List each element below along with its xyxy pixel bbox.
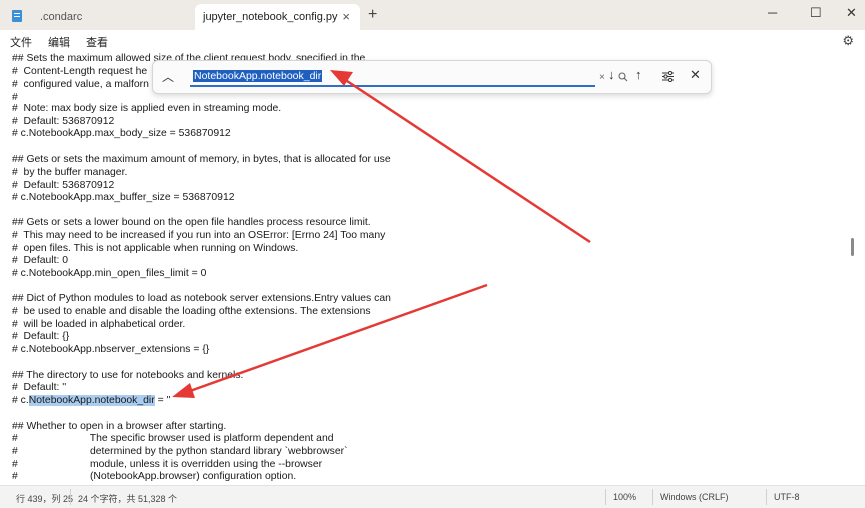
title-bar: .condarc jupyter_notebook_config.py × + … bbox=[0, 0, 865, 30]
code-line: # (NotebookApp.browser) configuration op… bbox=[12, 471, 297, 482]
zoom-level[interactable]: 100% bbox=[613, 492, 636, 502]
find-bar: ︿ NotebookApp.notebook_dir × ↓ ↑ ✕ bbox=[152, 60, 712, 94]
search-match-highlight: NotebookApp.notebook_dir bbox=[28, 395, 155, 406]
find-query-text: NotebookApp.notebook_dir bbox=[193, 70, 323, 82]
encoding[interactable]: UTF-8 bbox=[774, 492, 800, 502]
menu-edit[interactable]: 编辑 bbox=[48, 34, 70, 50]
code-line: # c.NotebookApp.max_buffer_size = 536870… bbox=[12, 192, 235, 203]
expand-replace-chevron-icon[interactable]: ︿ bbox=[162, 68, 174, 85]
clear-search-icon[interactable]: × bbox=[599, 72, 605, 83]
match-suffix: = '' bbox=[154, 395, 171, 406]
code-line: ## Dict of Python modules to load as not… bbox=[12, 293, 391, 304]
find-input[interactable]: NotebookApp.notebook_dir × bbox=[190, 67, 628, 87]
menu-view[interactable]: 查看 bbox=[86, 34, 108, 50]
code-line: # c.NotebookApp.nbserver_extensions = {} bbox=[12, 344, 210, 355]
tab-close-icon[interactable]: × bbox=[342, 9, 350, 24]
code-line: # Note: max body size is applied even in… bbox=[12, 103, 282, 114]
status-divider bbox=[652, 489, 653, 505]
close-window-button[interactable]: ✕ bbox=[846, 5, 857, 21]
new-tab-button[interactable]: + bbox=[368, 6, 377, 24]
code-line: # Default: 0 bbox=[12, 255, 69, 266]
code-line: # Default: {} bbox=[12, 331, 70, 342]
find-next-arrow-down-icon[interactable]: ↓ bbox=[608, 67, 615, 82]
tab-jupyter-config[interactable]: jupyter_notebook_config.py × bbox=[195, 4, 360, 30]
text-editor[interactable]: ## Sets the maximum allowed size of the … bbox=[0, 52, 856, 484]
search-icon[interactable] bbox=[618, 72, 628, 82]
code-line: # Content-Length request he bbox=[12, 66, 148, 77]
find-previous-arrow-up-icon[interactable]: ↑ bbox=[635, 67, 642, 82]
maximize-button[interactable]: ☐ bbox=[810, 5, 822, 21]
code-line: ## Gets or sets a lower bound on the ope… bbox=[12, 217, 371, 228]
code-line-match: # c.NotebookApp.notebook_dir = '' bbox=[12, 394, 171, 407]
code-line: # c.NotebookApp.min_open_files_limit = 0 bbox=[12, 268, 207, 279]
code-line: ## Gets or sets the maximum amount of me… bbox=[12, 154, 391, 165]
minimize-button[interactable]: ─ bbox=[768, 5, 777, 20]
tab-label: .condarc bbox=[40, 11, 83, 23]
tab-label: jupyter_notebook_config.py bbox=[203, 11, 338, 23]
menu-file[interactable]: 文件 bbox=[10, 34, 32, 50]
notepad-app-icon bbox=[12, 10, 22, 22]
status-divider bbox=[605, 489, 606, 505]
match-prefix: # c. bbox=[12, 395, 29, 406]
code-line: # The specific browser used is platform … bbox=[12, 433, 334, 444]
status-bar: 行 439，列 25 24 个字符，共 51,328 个 100% Window… bbox=[0, 485, 865, 508]
code-line: # determined by the python standard libr… bbox=[12, 446, 348, 457]
cursor-position: 行 439，列 25 bbox=[16, 494, 74, 504]
code-line: # by the buffer manager. bbox=[12, 167, 128, 178]
status-divider bbox=[766, 489, 767, 505]
code-line: # configured value, a malforn bbox=[12, 79, 149, 90]
selection-count: 24 个字符，共 51,328 个 bbox=[78, 494, 178, 504]
code-line: # Default: '' bbox=[12, 382, 67, 393]
menu-bar: 文件 编辑 查看 ⚙ bbox=[0, 30, 865, 52]
line-ending[interactable]: Windows (CRLF) bbox=[660, 492, 729, 502]
tab-condarc[interactable]: .condarc bbox=[28, 4, 192, 30]
vertical-scrollbar[interactable] bbox=[851, 238, 854, 256]
code-line: # This may need to be increased if you r… bbox=[12, 230, 386, 241]
close-find-icon[interactable]: ✕ bbox=[690, 67, 701, 83]
find-options-icon[interactable] bbox=[662, 71, 674, 82]
status-divider bbox=[70, 489, 71, 505]
code-line: # c.NotebookApp.max_body_size = 53687091… bbox=[12, 128, 231, 139]
settings-gear-icon[interactable]: ⚙ bbox=[842, 33, 854, 49]
code-line: # be used to enable and disable the load… bbox=[12, 306, 371, 317]
